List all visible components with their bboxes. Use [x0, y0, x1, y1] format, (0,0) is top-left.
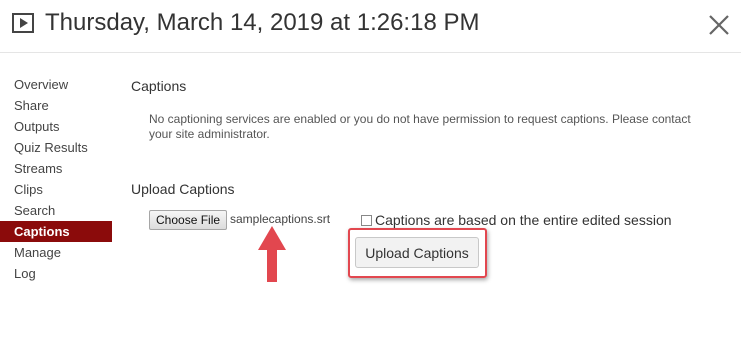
sidebar-item-quiz-results[interactable]: Quiz Results — [0, 137, 112, 158]
video-play-icon — [12, 13, 34, 33]
dialog-header: Thursday, March 14, 2019 at 1:26:18 PM — [0, 0, 741, 53]
captions-heading: Captions — [131, 78, 187, 94]
choose-file-button[interactable]: Choose File — [149, 210, 228, 230]
sidebar-item-overview[interactable]: Overview — [0, 74, 112, 95]
sidebar-item-manage[interactable]: Manage — [0, 242, 112, 263]
entire-session-checkbox-label[interactable]: Captions are based on the entire edited … — [375, 212, 672, 228]
captions-notice: No captioning services are enabled or yo… — [149, 112, 691, 141]
upload-captions-heading: Upload Captions — [131, 181, 235, 197]
sidebar-item-captions[interactable]: Captions — [0, 221, 112, 242]
sidebar-item-log[interactable]: Log — [0, 263, 112, 284]
sidebar-item-clips[interactable]: Clips — [0, 179, 112, 200]
annotation-arrow-icon — [258, 226, 286, 282]
sidebar-item-streams[interactable]: Streams — [0, 158, 112, 179]
sidebar-item-outputs[interactable]: Outputs — [0, 116, 112, 137]
sidebar-nav: Overview Share Outputs Quiz Results Stre… — [0, 74, 112, 284]
page-title: Thursday, March 14, 2019 at 1:26:18 PM — [45, 9, 480, 36]
sidebar-item-search[interactable]: Search — [0, 200, 112, 221]
upload-captions-button[interactable]: Upload Captions — [355, 237, 479, 268]
close-icon[interactable] — [707, 13, 731, 37]
sidebar-item-share[interactable]: Share — [0, 95, 112, 116]
entire-session-checkbox[interactable] — [361, 215, 372, 226]
